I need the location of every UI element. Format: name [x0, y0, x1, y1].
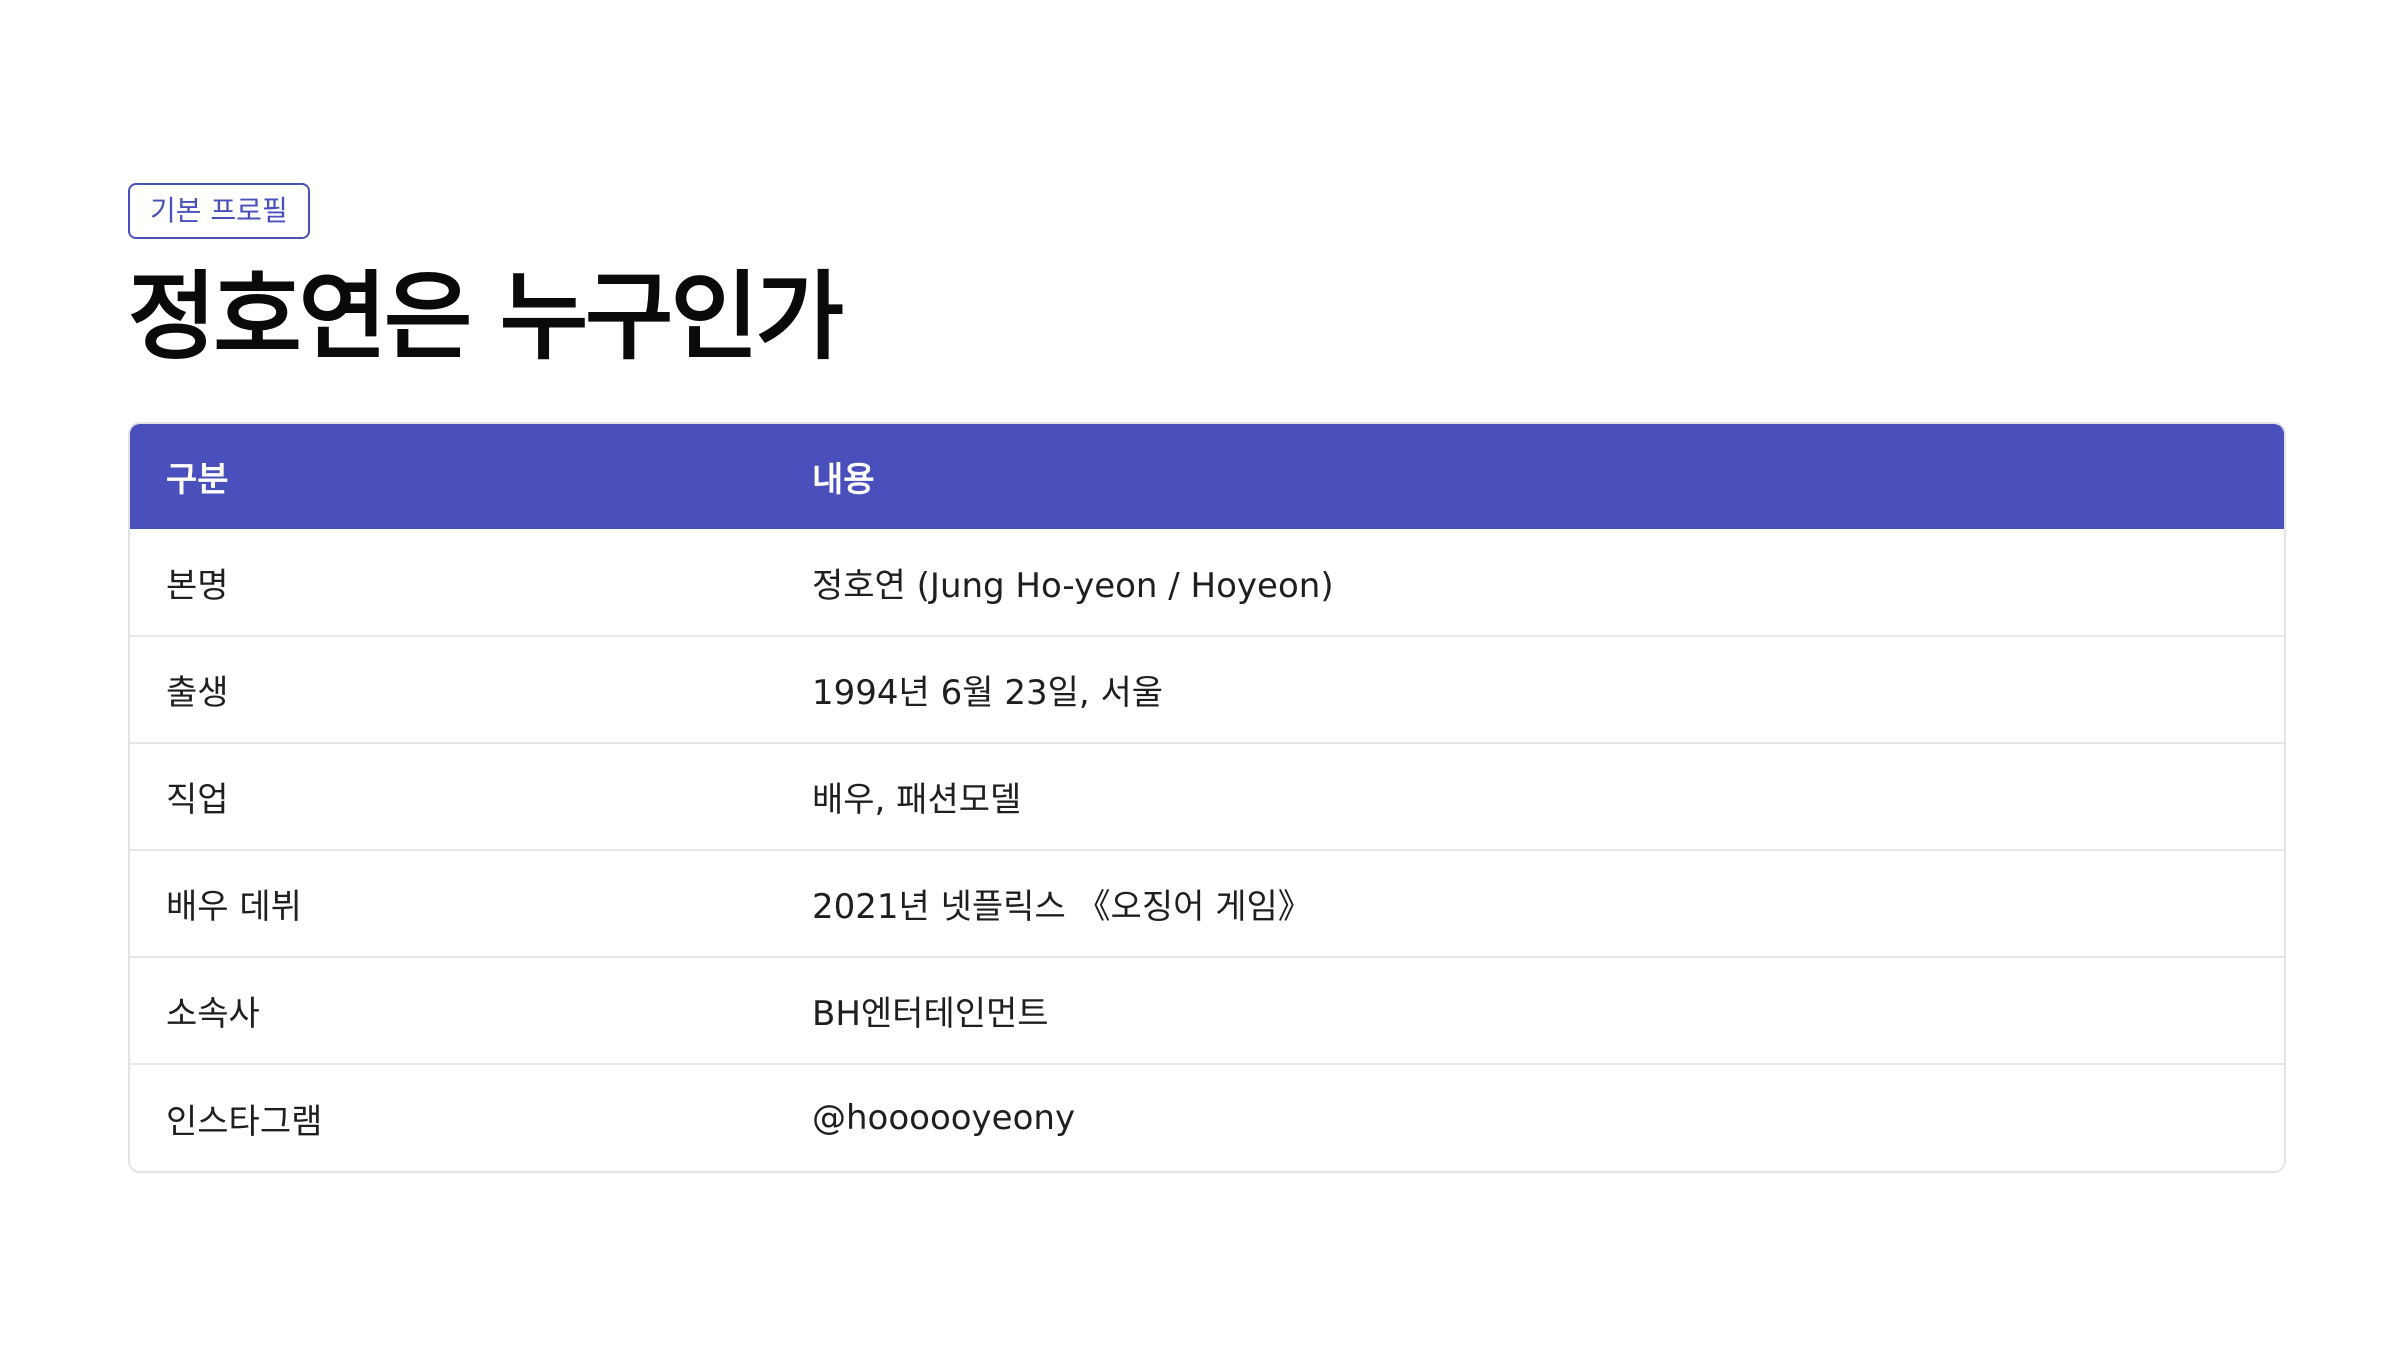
table-row: 소속사 BH엔터테인먼트 [130, 957, 2284, 1064]
row-label: 배우 데뷔 [166, 887, 302, 927]
profile-table-container: 구분 내용 본명 정호연 (Jung Ho-yeon / Hoyeon) 출생 … [128, 422, 2286, 1173]
row-label: 소속사 [166, 994, 260, 1034]
slide: 기본 프로필 정호연은 누구인가 구분 내용 본명 정호연 (Jung Ho-y… [128, 183, 2286, 1173]
row-value: 정호연 (Jung Ho-yeon / Hoyeon) [812, 565, 1334, 606]
row-label: 본명 [166, 565, 229, 606]
table-row: 인스타그램 @hoooooyeony [130, 1064, 2284, 1171]
row-label: 인스타그램 [166, 1101, 323, 1142]
row-label: 출생 [166, 673, 229, 713]
header-content: 내용 [812, 460, 875, 500]
row-label: 직업 [166, 780, 229, 820]
page-title: 정호연은 누구인가 [128, 261, 844, 373]
table-row: 출생 1994년 6월 23일, 서울 [130, 636, 2284, 743]
row-value: 배우, 패션모델 [812, 780, 1022, 820]
row-value: @hoooooyeony [812, 1098, 1076, 1138]
table-row: 배우 데뷔 2021년 넷플릭스 《오징어 게임》 [130, 850, 2284, 957]
row-value: 2021년 넷플릭스 《오징어 게임》 [812, 887, 1312, 927]
row-value: BH엔터테인먼트 [812, 994, 1049, 1034]
header-category: 구분 [166, 460, 229, 500]
table-row: 직업 배우, 패션모델 [130, 743, 2284, 850]
table-header-row: 구분 내용 [130, 424, 2284, 529]
row-value: 1994년 6월 23일, 서울 [812, 673, 1164, 713]
section-tag: 기본 프로필 [128, 183, 310, 239]
profile-table: 구분 내용 본명 정호연 (Jung Ho-yeon / Hoyeon) 출생 … [130, 424, 2284, 1171]
table-row: 본명 정호연 (Jung Ho-yeon / Hoyeon) [130, 529, 2284, 636]
